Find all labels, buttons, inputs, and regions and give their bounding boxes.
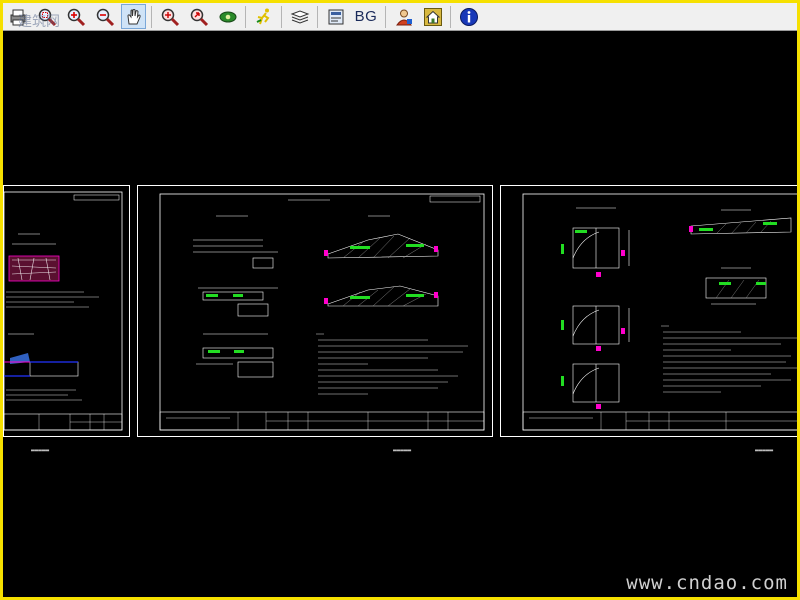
zoom-out-button[interactable]	[92, 4, 117, 29]
toolbar-separator	[317, 5, 318, 28]
toolbar-separator	[385, 5, 386, 28]
toolbar-separator	[245, 5, 246, 28]
background-button-label: BG	[354, 8, 378, 25]
user-icon	[395, 9, 412, 25]
user-button[interactable]	[391, 4, 416, 29]
home-icon	[423, 7, 442, 26]
drawing-sheet-right-content	[522, 193, 797, 431]
run-button[interactable]	[251, 4, 276, 29]
zoom-in-button[interactable]	[63, 4, 88, 29]
drawing-sheet-left-content	[4, 191, 123, 431]
run-figure-icon	[256, 8, 269, 24]
toolbar-separator	[151, 5, 152, 28]
watermark-bottom-right: www.cndao.com	[626, 572, 788, 594]
pan-hand-icon	[126, 8, 141, 24]
drawing-sheet-right	[500, 185, 797, 437]
drawing-sheet-middle-content	[159, 193, 485, 431]
background-button[interactable]: BG	[352, 4, 380, 29]
layers-button[interactable]	[287, 4, 312, 29]
toolbar-separator	[450, 5, 451, 28]
properties-icon	[328, 9, 343, 24]
info-icon	[459, 7, 478, 26]
view-button[interactable]	[215, 4, 240, 29]
zoom-extents-icon	[161, 8, 179, 26]
zoom-in-icon	[67, 8, 85, 26]
toolbar-separator	[281, 5, 282, 28]
zoom-extents-button[interactable]	[157, 4, 182, 29]
layers-icon	[290, 9, 309, 24]
drawing-viewport[interactable]: ▬▬▬▬▬ ▬▬▬▬▬ ▬▬▬▬▬	[3, 31, 797, 597]
pan-button[interactable]	[121, 4, 146, 29]
eye-icon	[219, 11, 236, 22]
sheet-caption-right: ▬▬▬▬▬	[755, 447, 774, 454]
home-button[interactable]	[420, 4, 445, 29]
drawing-sheet-middle	[137, 185, 493, 437]
zoom-previous-icon	[190, 8, 208, 26]
zoom-out-icon	[96, 8, 114, 26]
properties-button[interactable]	[323, 4, 348, 29]
sheet-caption-middle: ▬▬▬▬▬	[393, 447, 412, 454]
drawing-sheet-left	[3, 185, 130, 437]
zoom-previous-button[interactable]	[186, 4, 211, 29]
watermark-top-left: 建筑网	[18, 14, 60, 30]
info-button[interactable]	[456, 4, 481, 29]
sheet-caption-left: ▬▬▬▬▬	[31, 447, 50, 454]
toolbar: BG	[3, 3, 797, 31]
